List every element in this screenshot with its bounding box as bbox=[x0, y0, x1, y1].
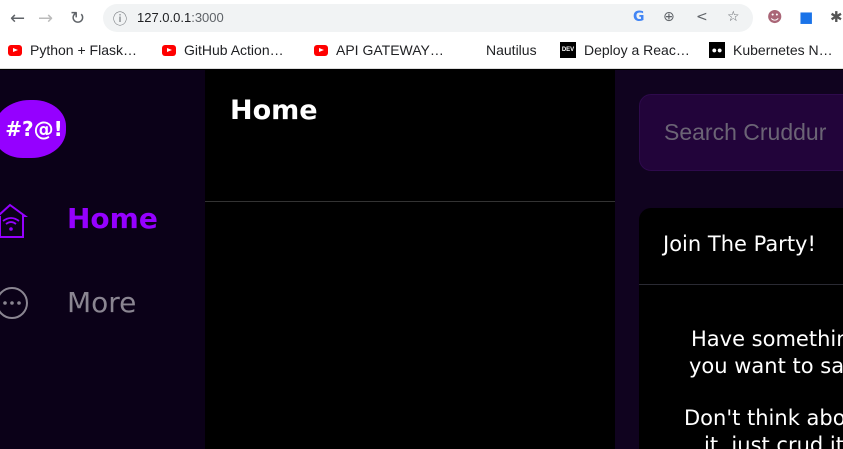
zoom-icon[interactable]: ⊕ bbox=[663, 9, 675, 25]
bookmark[interactable]: API GATEWAY… bbox=[314, 42, 444, 58]
main-feed: Home bbox=[205, 70, 615, 449]
reload-icon[interactable]: ↻ bbox=[70, 8, 85, 29]
medium-icon: ●● bbox=[709, 42, 725, 58]
bookmarks-bar: Python + Flask… GitHub Action… API GATEW… bbox=[0, 36, 843, 69]
sidebar-item-more[interactable]: More bbox=[0, 284, 205, 324]
card-text: Don't think abo bbox=[684, 406, 843, 430]
bookmark[interactable]: GitHub Action… bbox=[162, 42, 284, 58]
right-column: Join The Party! Have somethin you want t… bbox=[615, 70, 843, 449]
bookmark-label: Kubernetes N… bbox=[733, 42, 833, 58]
extension-icon[interactable]: ■ bbox=[799, 8, 813, 26]
logo-text: #?@! bbox=[5, 117, 63, 141]
join-party-card: Join The Party! Have somethin you want t… bbox=[639, 208, 843, 449]
card-text: it, just crud it bbox=[704, 433, 843, 449]
url-port: :3000 bbox=[191, 10, 224, 25]
dev-icon: DEV bbox=[560, 42, 576, 58]
search-input[interactable] bbox=[664, 119, 843, 146]
card-text: you want to sa bbox=[689, 354, 843, 378]
sidebar: #?@! Home More bbox=[0, 70, 205, 449]
bookmark-label: Python + Flask… bbox=[30, 42, 137, 58]
card-title: Join The Party! bbox=[663, 232, 816, 256]
cruddur-logo[interactable]: #?@! bbox=[0, 100, 66, 158]
bookmark[interactable]: Python + Flask… bbox=[8, 42, 137, 58]
bookmark[interactable]: DEV Deploy a Reac… bbox=[560, 42, 690, 58]
home-icon bbox=[0, 203, 28, 238]
sidebar-item-home[interactable]: Home bbox=[0, 200, 205, 240]
bookmark-label: Nautilus bbox=[486, 42, 537, 58]
youtube-icon bbox=[8, 44, 22, 56]
bookmark-label: GitHub Action… bbox=[184, 42, 284, 58]
card-divider bbox=[639, 284, 843, 285]
card-text: Have somethin bbox=[691, 327, 843, 351]
info-icon[interactable]: ⓘ bbox=[113, 9, 127, 29]
sidebar-item-label: Home bbox=[67, 202, 158, 235]
bookmark[interactable]: Nautilus bbox=[464, 42, 537, 58]
sidebar-item-label: More bbox=[67, 286, 137, 319]
bookmark[interactable]: ●● Kubernetes N… bbox=[709, 42, 833, 58]
youtube-icon bbox=[162, 44, 176, 56]
back-icon[interactable]: ← bbox=[10, 8, 25, 29]
more-icon bbox=[0, 287, 28, 319]
url-host: 127.0.0.1 bbox=[137, 10, 192, 25]
bookmark-label: API GATEWAY… bbox=[336, 42, 444, 58]
forward-icon[interactable]: → bbox=[38, 8, 53, 29]
share-icon[interactable]: < bbox=[696, 9, 708, 25]
puzzle-icon[interactable]: ✱ bbox=[830, 8, 843, 26]
extension-icon[interactable]: ☻ bbox=[767, 8, 783, 26]
youtube-icon bbox=[314, 44, 328, 56]
star-icon[interactable]: ☆ bbox=[727, 9, 740, 25]
header-divider bbox=[205, 201, 615, 202]
address-bar[interactable]: ⓘ 127.0.0.1:3000 G ⊕ < ☆ bbox=[103, 4, 753, 32]
google-icon[interactable]: G bbox=[633, 9, 645, 25]
page-title: Home bbox=[230, 95, 318, 126]
search-box[interactable] bbox=[639, 94, 843, 171]
bookmark-label: Deploy a Reac… bbox=[584, 42, 690, 58]
browser-toolbar: ← → ↻ ⓘ 127.0.0.1:3000 G ⊕ < ☆ ☻ ■ ✱ bbox=[0, 0, 843, 36]
